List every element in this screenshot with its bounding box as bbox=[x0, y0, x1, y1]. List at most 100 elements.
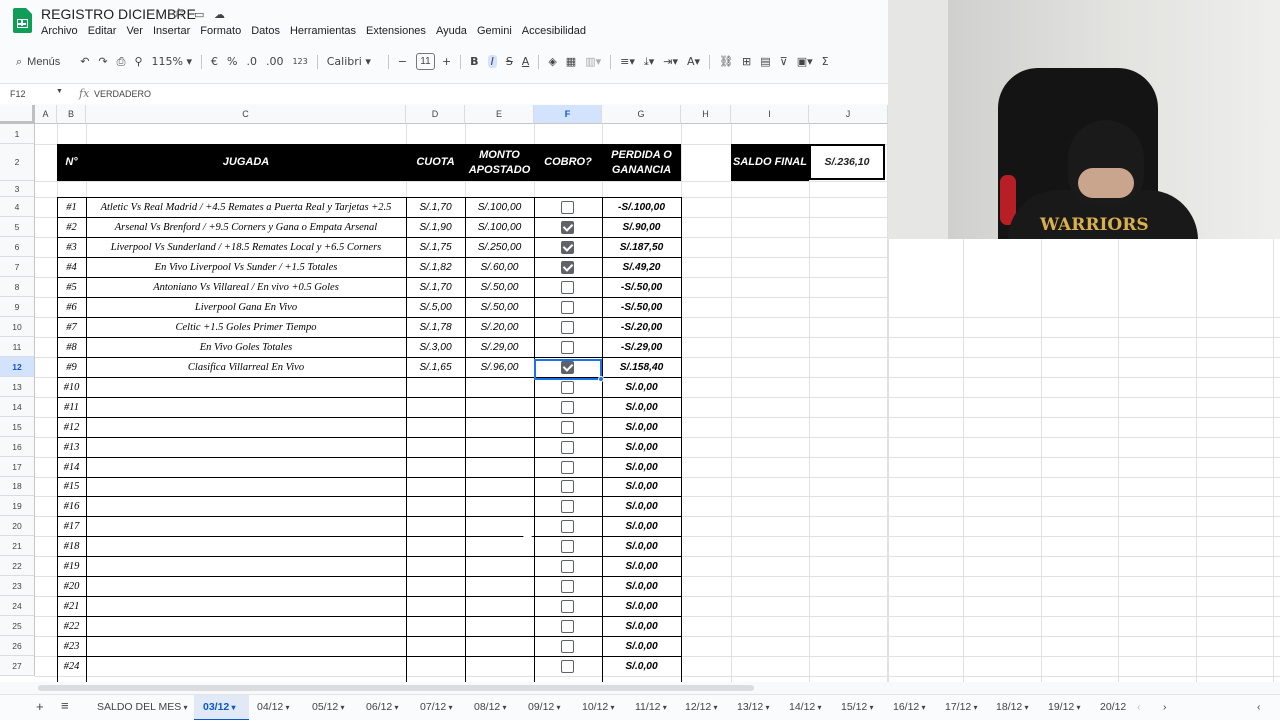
currency-format-button[interactable]: € bbox=[211, 55, 218, 68]
tab-menu-icon[interactable]: ▾ bbox=[500, 703, 507, 712]
bet-number[interactable]: #20 bbox=[57, 576, 86, 596]
text-color-button[interactable]: A bbox=[522, 55, 530, 68]
menu-5[interactable]: Datos bbox=[251, 25, 280, 37]
font-select[interactable]: Calibri ▾ bbox=[327, 55, 379, 68]
cloud-status-icon[interactable]: ☁ bbox=[214, 8, 225, 21]
sheets-logo-icon[interactable] bbox=[13, 8, 32, 33]
formula-input[interactable]: VERDADERO bbox=[94, 89, 151, 99]
bet-odds[interactable] bbox=[406, 397, 465, 417]
row-header-27[interactable]: 27 bbox=[0, 656, 35, 676]
bet-odds[interactable] bbox=[406, 496, 465, 516]
vertical-align-icon[interactable]: ⤓▾ bbox=[644, 55, 654, 69]
tab-menu-icon[interactable]: ▾ bbox=[1022, 703, 1029, 712]
bet-result[interactable]: S/.0,00 bbox=[602, 496, 681, 516]
bet-number[interactable]: #10 bbox=[57, 377, 86, 397]
sheet-tab-0[interactable]: SALDO DEL MES ▾ bbox=[97, 701, 187, 713]
more-formats-button[interactable]: 123 bbox=[292, 57, 307, 66]
cobro-checkbox[interactable] bbox=[561, 240, 574, 254]
row-header-5[interactable]: 5 bbox=[0, 217, 35, 237]
bet-description[interactable] bbox=[86, 596, 406, 616]
bet-amount[interactable] bbox=[465, 397, 534, 417]
tab-menu-icon[interactable]: ▾ bbox=[919, 703, 926, 712]
strikethrough-button[interactable]: S bbox=[506, 55, 513, 68]
bet-description[interactable] bbox=[86, 457, 406, 477]
tab-menu-icon[interactable]: ▾ bbox=[661, 703, 667, 712]
row-header-26[interactable]: 26 bbox=[0, 636, 35, 656]
menu-9[interactable]: Gemini bbox=[477, 25, 512, 37]
bet-description[interactable]: Liverpool Vs Sunderland / +18.5 Remates … bbox=[86, 237, 406, 257]
text-rotation-icon[interactable]: A▾ bbox=[687, 55, 700, 68]
bet-amount[interactable]: S/.100,00 bbox=[465, 197, 534, 217]
horizontal-align-icon[interactable]: ≡▾ bbox=[620, 55, 635, 68]
bet-description[interactable] bbox=[86, 556, 406, 576]
selected-cell-outline[interactable] bbox=[534, 359, 602, 380]
cobro-checkbox[interactable] bbox=[561, 400, 574, 414]
search-menus[interactable]: ⌕ Menús bbox=[10, 53, 66, 71]
sheet-tab-4[interactable]: 06/12 ▾ bbox=[366, 701, 399, 713]
sheet-tab-11[interactable]: 13/12 ▾ bbox=[737, 701, 770, 713]
font-size-decrease-icon[interactable]: − bbox=[398, 55, 407, 68]
bet-amount[interactable] bbox=[465, 656, 534, 676]
bet-result[interactable]: S/.90,00 bbox=[602, 217, 681, 237]
cobro-checkbox[interactable] bbox=[561, 420, 574, 434]
fill-handle[interactable] bbox=[598, 376, 604, 382]
cobro-checkbox[interactable] bbox=[561, 480, 574, 493]
bet-result[interactable]: S/.187,50 bbox=[602, 237, 681, 257]
bet-amount[interactable] bbox=[465, 437, 534, 457]
bet-odds[interactable] bbox=[406, 377, 465, 397]
bet-result[interactable]: S/.158,40 bbox=[602, 357, 681, 377]
tab-menu-icon[interactable]: ▾ bbox=[392, 703, 399, 712]
sheet-tab-9[interactable]: 11/12 ▾ bbox=[635, 701, 667, 713]
bet-result[interactable]: -S/.29,00 bbox=[602, 337, 681, 357]
scrollbar-thumb[interactable] bbox=[38, 685, 754, 691]
row-header-18[interactable]: 18 bbox=[0, 477, 35, 496]
bet-odds[interactable] bbox=[406, 457, 465, 477]
bet-amount[interactable]: S/.96,00 bbox=[465, 357, 534, 377]
sheet-tab-14[interactable]: 16/12 ▾ bbox=[893, 701, 926, 713]
italic-button[interactable]: I bbox=[487, 55, 497, 68]
name-box[interactable]: F12 bbox=[10, 89, 26, 99]
filter-icon[interactable]: ⊽ bbox=[780, 55, 788, 68]
menu-6[interactable]: Herramientas bbox=[290, 25, 356, 37]
cobro-checkbox[interactable] bbox=[561, 559, 574, 573]
bet-number[interactable]: #13 bbox=[57, 437, 86, 457]
scroll-tabs-right-icon[interactable]: › bbox=[1163, 701, 1167, 713]
column-header-d[interactable]: D bbox=[406, 105, 465, 124]
tab-menu-icon[interactable]: ▾ bbox=[446, 703, 453, 712]
bet-result[interactable]: S/.0,00 bbox=[602, 417, 681, 437]
bet-number[interactable]: #3 bbox=[57, 237, 86, 257]
bet-odds[interactable]: S/.1,78 bbox=[406, 317, 465, 337]
sheet-tab-8[interactable]: 10/12 ▾ bbox=[582, 701, 615, 713]
bet-amount[interactable] bbox=[465, 457, 534, 477]
sheet-tab-10[interactable]: 12/12 ▾ bbox=[685, 701, 718, 713]
cobro-checkbox[interactable] bbox=[561, 539, 574, 553]
row-header-11[interactable]: 11 bbox=[0, 337, 35, 357]
fill-color-icon[interactable]: ◈ bbox=[548, 55, 556, 68]
bet-odds[interactable] bbox=[406, 556, 465, 576]
cobro-checkbox[interactable] bbox=[561, 260, 574, 274]
sheet-tab-5[interactable]: 07/12 ▾ bbox=[420, 701, 453, 713]
cobro-checkbox[interactable] bbox=[561, 280, 574, 294]
tab-menu-icon[interactable]: ▾ bbox=[763, 703, 770, 712]
bet-odds[interactable]: S/.1,65 bbox=[406, 357, 465, 377]
bet-result[interactable]: S/.0,00 bbox=[602, 616, 681, 636]
tab-menu-icon[interactable]: ▾ bbox=[608, 703, 615, 712]
cobro-checkbox[interactable] bbox=[561, 599, 574, 613]
row-header-3[interactable]: 3 bbox=[0, 181, 35, 197]
bet-result[interactable]: S/.0,00 bbox=[602, 477, 681, 496]
row-header-2[interactable]: 2 bbox=[0, 144, 35, 181]
tab-menu-icon[interactable]: ▾ bbox=[971, 703, 978, 712]
cobro-checkbox[interactable] bbox=[561, 460, 574, 474]
tab-menu-icon[interactable]: ▾ bbox=[338, 703, 345, 712]
tab-menu-icon[interactable]: ▾ bbox=[815, 703, 822, 712]
bet-number[interactable]: #19 bbox=[57, 556, 86, 576]
decrease-decimal-button[interactable]: .0 bbox=[246, 55, 257, 68]
bet-amount[interactable] bbox=[465, 556, 534, 576]
menu-2[interactable]: Ver bbox=[126, 25, 143, 37]
bet-result[interactable]: S/.0,00 bbox=[602, 656, 681, 676]
bet-result[interactable]: -S/.100,00 bbox=[602, 197, 681, 217]
menu-7[interactable]: Extensiones bbox=[366, 25, 426, 37]
font-size-increase-icon[interactable]: + bbox=[442, 55, 451, 68]
cobro-checkbox[interactable] bbox=[561, 320, 574, 334]
cobro-checkbox[interactable] bbox=[561, 499, 574, 513]
